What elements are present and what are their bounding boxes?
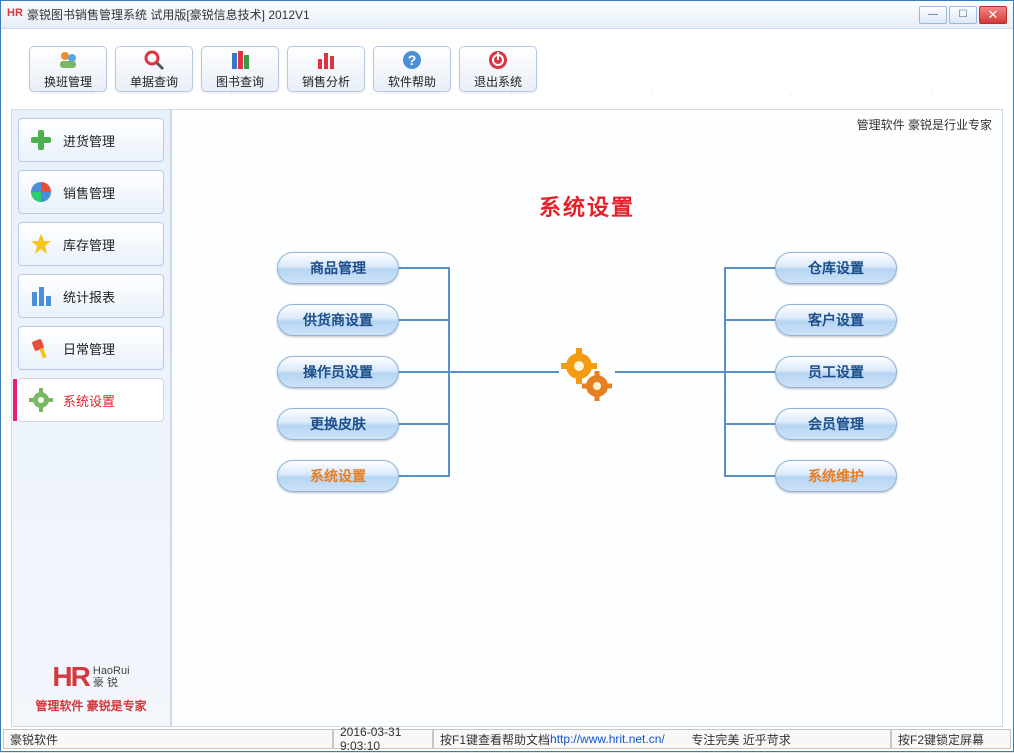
pill-product-mgmt[interactable]: 商品管理 — [277, 252, 399, 284]
sidebar-item-sales[interactable]: 销售管理 — [18, 170, 164, 214]
pill-change-skin[interactable]: 更换皮肤 — [277, 408, 399, 440]
statusbar: 豪锐软件 2016-03-31 9:03:10 按F1键查看帮助文档http:/… — [3, 729, 1011, 749]
toolbar-label: 销售分析 — [302, 73, 350, 90]
sidebar-item-purchase[interactable]: 进货管理 — [18, 118, 164, 162]
sidebar-label: 进货管理 — [63, 131, 115, 150]
sidebar-label: 统计报表 — [63, 287, 115, 306]
globe-icon — [29, 180, 53, 204]
help-icon: ? — [401, 49, 423, 71]
window-controls: — ☐ ✕ — [919, 6, 1007, 24]
toolbar-label: 图书查询 — [216, 73, 264, 90]
brand-logo: HR HaoRui 豪 锐 管理软件 豪锐是专家 — [18, 657, 164, 718]
help-link[interactable]: http://www.hrit.net.cn/ — [550, 732, 665, 746]
chart-icon — [315, 49, 337, 71]
tagline: 管理软件 豪锐是行业专家 — [857, 116, 992, 133]
close-button[interactable]: ✕ — [979, 6, 1007, 24]
toolbar-label: 单据查询 — [130, 73, 178, 90]
sidebar-item-reports[interactable]: 统计报表 — [18, 274, 164, 318]
pill-supplier-settings[interactable]: 供货商设置 — [277, 304, 399, 336]
order-query-button[interactable]: 单据查询 — [115, 46, 193, 92]
sidebar-label: 日常管理 — [63, 339, 115, 358]
status-datetime: 2016-03-31 9:03:10 — [333, 729, 433, 749]
power-icon — [487, 49, 509, 71]
help-button[interactable]: ? 软件帮助 — [373, 46, 451, 92]
people-icon — [57, 49, 79, 71]
toolbar: 换班管理 单据查询 图书查询 销售分析 ? 软件帮助 退出系统 — [1, 29, 1013, 109]
sidebar-item-daily[interactable]: 日常管理 — [18, 326, 164, 370]
status-f2: 按F2键锁定屏幕 — [891, 729, 1011, 749]
sidebar: 进货管理 销售管理 库存管理 统计报表 日常管理 系统设置 — [11, 109, 171, 727]
sidebar-item-inventory[interactable]: 库存管理 — [18, 222, 164, 266]
pill-member-mgmt[interactable]: 会员管理 — [775, 408, 897, 440]
toolbar-label: 退出系统 — [474, 73, 522, 90]
books-icon — [229, 49, 251, 71]
sidebar-label: 销售管理 — [63, 183, 115, 202]
gears-icon — [559, 348, 615, 404]
logo-slogan: 管理软件 豪锐是专家 — [20, 697, 162, 714]
book-query-button[interactable]: 图书查询 — [201, 46, 279, 92]
sidebar-label: 库存管理 — [63, 235, 115, 254]
plus-icon — [29, 128, 53, 152]
maximize-button[interactable]: ☐ — [949, 6, 977, 24]
star-icon — [29, 232, 53, 256]
exit-button[interactable]: 退出系统 — [459, 46, 537, 92]
app-window: HR 豪锐图书销售管理系统 试用版[豪锐信息技术] 2012V1 — ☐ ✕ 换… — [0, 0, 1014, 752]
logo-sub: HaoRui 豪 锐 — [93, 665, 130, 689]
toolbar-label: 换班管理 — [44, 73, 92, 90]
sidebar-label: 系统设置 — [63, 391, 115, 410]
status-company: 豪锐软件 — [3, 729, 333, 749]
sidebar-item-settings[interactable]: 系统设置 — [18, 378, 164, 422]
body: 进货管理 销售管理 库存管理 统计报表 日常管理 系统设置 — [11, 109, 1003, 727]
diagram-title: 系统设置 — [277, 190, 897, 222]
pill-system-maintenance[interactable]: 系统维护 — [775, 460, 897, 492]
brush-icon — [29, 336, 53, 360]
shift-mgmt-button[interactable]: 换班管理 — [29, 46, 107, 92]
status-help: 按F1键查看帮助文档http://www.hrit.net.cn/ 专注完美 近… — [433, 729, 891, 749]
magnifier-icon — [143, 49, 165, 71]
pill-system-settings[interactable]: 系统设置 — [277, 460, 399, 492]
pill-warehouse-settings[interactable]: 仓库设置 — [775, 252, 897, 284]
main-panel: 管理软件 豪锐是行业专家 系统设置 — [171, 109, 1003, 727]
gear-icon — [29, 388, 53, 412]
bars-icon — [29, 284, 53, 308]
toolbar-label: 软件帮助 — [388, 73, 436, 90]
settings-diagram: 系统设置 — [277, 190, 897, 512]
sales-analysis-button[interactable]: 销售分析 — [287, 46, 365, 92]
app-icon: HR — [7, 7, 23, 23]
pill-operator-settings[interactable]: 操作员设置 — [277, 356, 399, 388]
logo-mark: HR — [52, 661, 88, 693]
minimize-button[interactable]: — — [919, 6, 947, 24]
svg-text:?: ? — [408, 52, 417, 68]
titlebar: HR 豪锐图书销售管理系统 试用版[豪锐信息技术] 2012V1 — ☐ ✕ — [1, 1, 1013, 29]
status-motto: 专注完美 近乎苛求 — [691, 731, 790, 748]
window-title: 豪锐图书销售管理系统 试用版[豪锐信息技术] 2012V1 — [27, 6, 919, 23]
pill-customer-settings[interactable]: 客户设置 — [775, 304, 897, 336]
pill-employee-settings[interactable]: 员工设置 — [775, 356, 897, 388]
